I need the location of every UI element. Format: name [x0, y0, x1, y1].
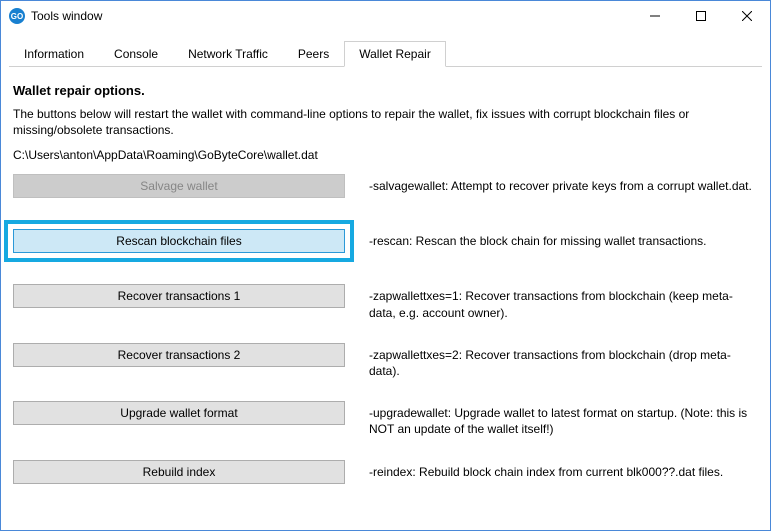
tab-information[interactable]: Information — [9, 41, 99, 67]
maximize-button[interactable] — [678, 1, 724, 31]
tools-window: GO Tools window Information Console Netw… — [0, 0, 771, 531]
salvage-wallet-button: Salvage wallet — [13, 174, 345, 198]
rebuild-index-button[interactable]: Rebuild index — [13, 460, 345, 484]
window-content: Information Console Network Traffic Peer… — [1, 31, 770, 530]
page-heading: Wallet repair options. — [13, 83, 758, 98]
upgrade-wallet-button[interactable]: Upgrade wallet format — [13, 401, 345, 425]
option-salvage: Salvage wallet -salvagewallet: Attempt t… — [13, 174, 758, 198]
option-recover2: Recover transactions 2 -zapwallettxes=2:… — [13, 343, 758, 379]
recover-transactions-1-button[interactable]: Recover transactions 1 — [13, 284, 345, 308]
tab-bar: Information Console Network Traffic Peer… — [9, 41, 762, 67]
rescan-blockchain-desc: -rescan: Rescan the block chain for miss… — [345, 220, 758, 249]
recover-transactions-2-button[interactable]: Recover transactions 2 — [13, 343, 345, 367]
option-reindex: Rebuild index -reindex: Rebuild block ch… — [13, 460, 758, 484]
wallet-repair-page: Wallet repair options. The buttons below… — [9, 67, 762, 488]
tab-console[interactable]: Console — [99, 41, 173, 67]
titlebar: GO Tools window — [1, 1, 770, 31]
rescan-blockchain-button[interactable]: Rescan blockchain files — [13, 229, 345, 253]
window-controls — [632, 1, 770, 31]
tab-wallet-repair[interactable]: Wallet Repair — [344, 41, 446, 67]
recover-transactions-1-desc: -zapwallettxes=1: Recover transactions f… — [345, 284, 758, 320]
wallet-path: C:\Users\anton\AppData\Roaming\GoByteCor… — [13, 148, 758, 162]
recover-transactions-2-desc: -zapwallettxes=2: Recover transactions f… — [345, 343, 758, 379]
tab-network-traffic[interactable]: Network Traffic — [173, 41, 283, 67]
rebuild-index-desc: -reindex: Rebuild block chain index from… — [345, 460, 758, 480]
minimize-button[interactable] — [632, 1, 678, 31]
option-upgrade: Upgrade wallet format -upgradewallet: Up… — [13, 401, 758, 437]
upgrade-wallet-desc: -upgradewallet: Upgrade wallet to latest… — [345, 401, 758, 437]
close-button[interactable] — [724, 1, 770, 31]
salvage-wallet-desc: -salvagewallet: Attempt to recover priva… — [345, 174, 758, 194]
page-intro: The buttons below will restart the walle… — [13, 106, 758, 138]
tab-peers[interactable]: Peers — [283, 41, 344, 67]
option-recover1: Recover transactions 1 -zapwallettxes=1:… — [13, 284, 758, 320]
option-rescan: Rescan blockchain files -rescan: Rescan … — [13, 220, 758, 262]
window-title: Tools window — [31, 9, 632, 23]
highlight-box: Rescan blockchain files — [4, 220, 354, 262]
app-icon: GO — [9, 8, 25, 24]
